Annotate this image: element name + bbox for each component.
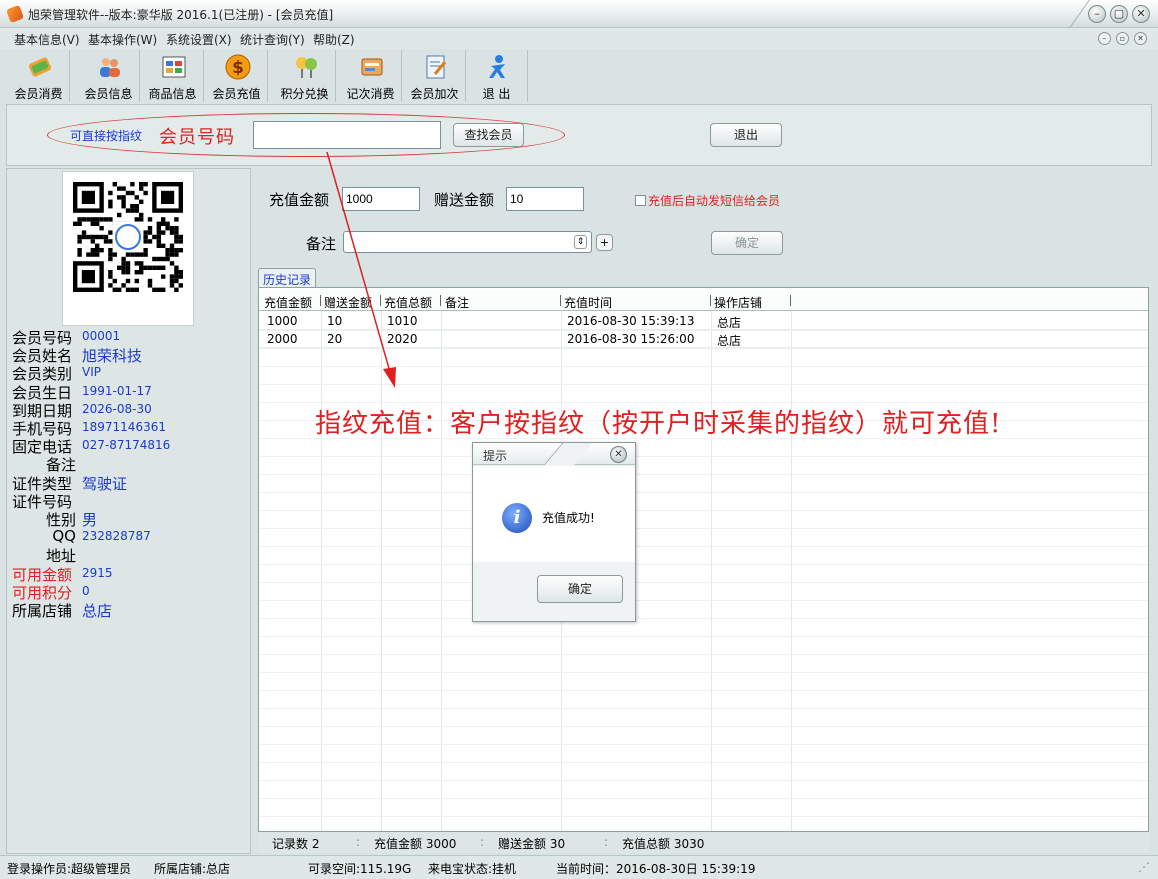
status-operator: 登录操作员:超级管理员 bbox=[7, 862, 132, 876]
dialog-title-bar: 提示 ✕ bbox=[473, 443, 635, 465]
status-bar: 登录操作员:超级管理员 所属店铺:总店 可录空间:115.19G 来电宝状态:挂… bbox=[0, 855, 1158, 879]
dialog-message: 充值成功! bbox=[542, 511, 595, 525]
status-space: 可录空间:115.19G bbox=[308, 862, 412, 876]
status-store: 所属店铺:总店 bbox=[154, 862, 231, 876]
close-icon[interactable]: ✕ bbox=[610, 446, 627, 463]
status-device: 来电宝状态:挂机 bbox=[428, 862, 517, 876]
success-dialog: 提示 ✕ i 充值成功! 确定 bbox=[472, 442, 636, 622]
fingerprint-annotation: 指纹充值：客户按指纹（按开户时采集的指纹）就可充值! bbox=[315, 409, 1002, 439]
info-icon: i bbox=[502, 503, 532, 533]
resize-grip-icon[interactable]: ⋰ bbox=[1138, 860, 1150, 874]
dialog-ok-button[interactable]: 确定 bbox=[537, 575, 623, 603]
dialog-title: 提示 bbox=[483, 449, 508, 463]
dialog-title-divider bbox=[543, 443, 593, 465]
status-time: 当前时间：2016-08-30日 15:39:19 bbox=[556, 862, 756, 876]
